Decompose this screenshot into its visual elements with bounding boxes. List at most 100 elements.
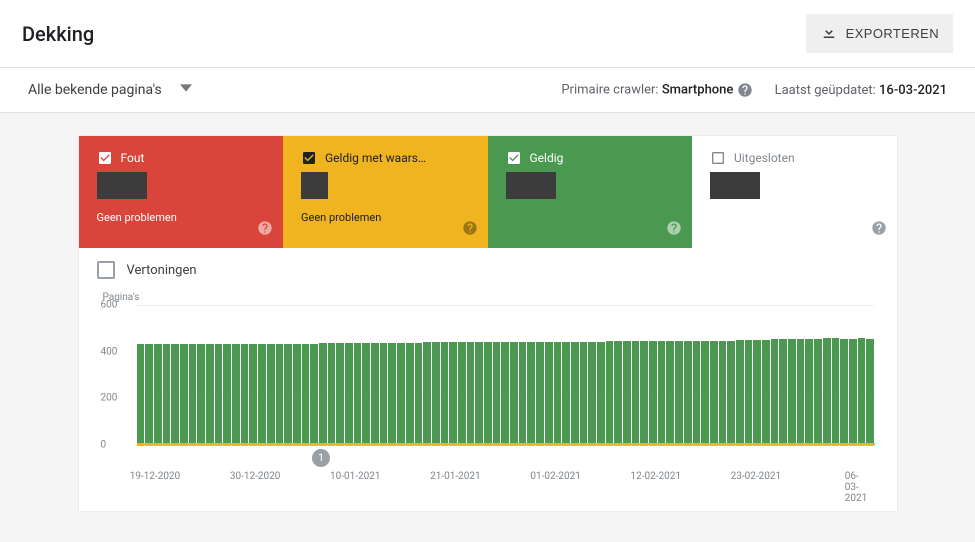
chart-bar[interactable] [805,339,813,445]
chart-bar[interactable] [475,342,483,445]
chart-bar[interactable] [484,342,492,445]
chart-bar[interactable] [449,342,457,445]
chart-bar[interactable] [371,343,379,445]
chart-bar[interactable] [536,342,544,445]
chart-bar[interactable] [788,339,796,445]
chart-bar[interactable] [606,341,614,445]
chart-bar[interactable] [415,343,423,445]
chart-bar[interactable] [745,340,753,445]
tile-warning[interactable]: Geldig met waars… Geen problemen [283,136,488,248]
chart-bar[interactable] [649,341,657,445]
chart-bar[interactable] [397,343,405,445]
chart-bar[interactable] [779,339,787,445]
chart-bar[interactable] [163,344,171,445]
chart-bar[interactable] [554,342,562,445]
chart-bar[interactable] [866,339,874,445]
chart-bar[interactable] [684,341,692,445]
chart-bar[interactable] [814,339,822,445]
chart-bar[interactable] [354,343,362,445]
chart-bar[interactable] [501,342,509,445]
chart-bar[interactable] [519,342,527,445]
chart-bar[interactable] [441,342,449,445]
chart-bar[interactable] [328,343,336,445]
tile-valid[interactable]: Geldig [488,136,693,248]
chart-bar[interactable] [588,342,596,445]
chart-bar[interactable] [527,342,535,445]
chart-bar[interactable] [710,341,718,445]
chart-bar[interactable] [137,344,145,445]
chart-bar[interactable] [319,343,327,445]
chart-bar[interactable] [206,344,214,445]
chart-bar[interactable] [180,344,188,445]
chart-bar[interactable] [545,342,553,445]
chart-bar[interactable] [823,338,831,445]
chart-bar[interactable] [580,342,588,445]
help-icon[interactable] [257,220,273,240]
chart-bar[interactable] [154,344,162,445]
chart-bar[interactable] [284,344,292,445]
chart-bar[interactable] [171,344,179,445]
redacted-value [97,172,147,199]
x-tick-label: 12-02-2021 [630,471,681,482]
chart-bar[interactable] [858,338,866,445]
chart-bar[interactable] [467,342,475,445]
chart-bar[interactable] [640,341,648,445]
chart-bar[interactable] [510,342,518,445]
chart-bar[interactable] [832,338,840,445]
chart-bar[interactable] [423,342,431,445]
chart-bar[interactable] [849,339,857,445]
chart-bar[interactable] [362,343,370,445]
chart-bar[interactable] [719,341,727,445]
help-icon[interactable] [462,220,478,240]
chart-bar[interactable] [345,343,353,445]
chart-bar[interactable] [771,339,779,445]
chart-bar[interactable] [762,340,770,445]
chart-bar[interactable] [432,342,440,445]
chart-bar[interactable] [189,344,197,445]
chart-bar[interactable] [249,344,257,445]
chart-bar[interactable] [380,343,388,445]
export-button[interactable]: EXPORTEREN [806,14,953,53]
chart-bar[interactable] [675,341,683,445]
chart-bar[interactable] [258,344,266,445]
chart-bar[interactable] [840,339,848,445]
chart-bar[interactable] [658,341,666,445]
chart-bar[interactable] [458,342,466,445]
impressions-toggle[interactable]: Vertoningen [79,248,897,292]
chart-bar[interactable] [797,339,805,445]
chart-bar[interactable] [310,344,318,445]
chart-bar[interactable] [693,341,701,445]
chart-bar[interactable] [701,341,709,445]
chart-bar[interactable] [215,344,223,445]
chart-bar[interactable] [267,344,275,445]
chart-bar[interactable] [336,343,344,445]
tile-error[interactable]: Fout Geen problemen [79,136,284,248]
chart-bar[interactable] [406,343,414,445]
chart-bar[interactable] [293,344,301,445]
chart-bar[interactable] [145,344,153,445]
chart-bar[interactable] [493,342,501,445]
chart-bar[interactable] [388,343,396,445]
chart-bar[interactable] [753,340,761,445]
chart-bar[interactable] [623,341,631,445]
chart-bar[interactable] [197,344,205,445]
help-icon[interactable] [666,220,682,240]
chart-bar[interactable] [571,342,579,445]
chart-bar[interactable] [241,344,249,445]
chart-bar[interactable] [276,344,284,445]
event-marker[interactable]: 1 [312,449,330,467]
tile-excluded[interactable]: Uitgesloten [692,136,897,248]
chart-bar[interactable] [597,342,605,445]
chart-bar[interactable] [632,341,640,445]
chart-bar[interactable] [302,344,310,445]
chart-bar[interactable] [614,341,622,445]
chart-bar[interactable] [736,340,744,445]
help-icon[interactable] [737,82,753,97]
chart-bar[interactable] [232,344,240,445]
chart-bar[interactable] [727,341,735,445]
chart-bar[interactable] [666,341,674,445]
pages-dropdown[interactable]: Alle bekende pagina's [28,76,192,104]
help-icon[interactable] [871,220,887,240]
chart-bar[interactable] [223,344,231,445]
chart-bar[interactable] [562,342,570,445]
